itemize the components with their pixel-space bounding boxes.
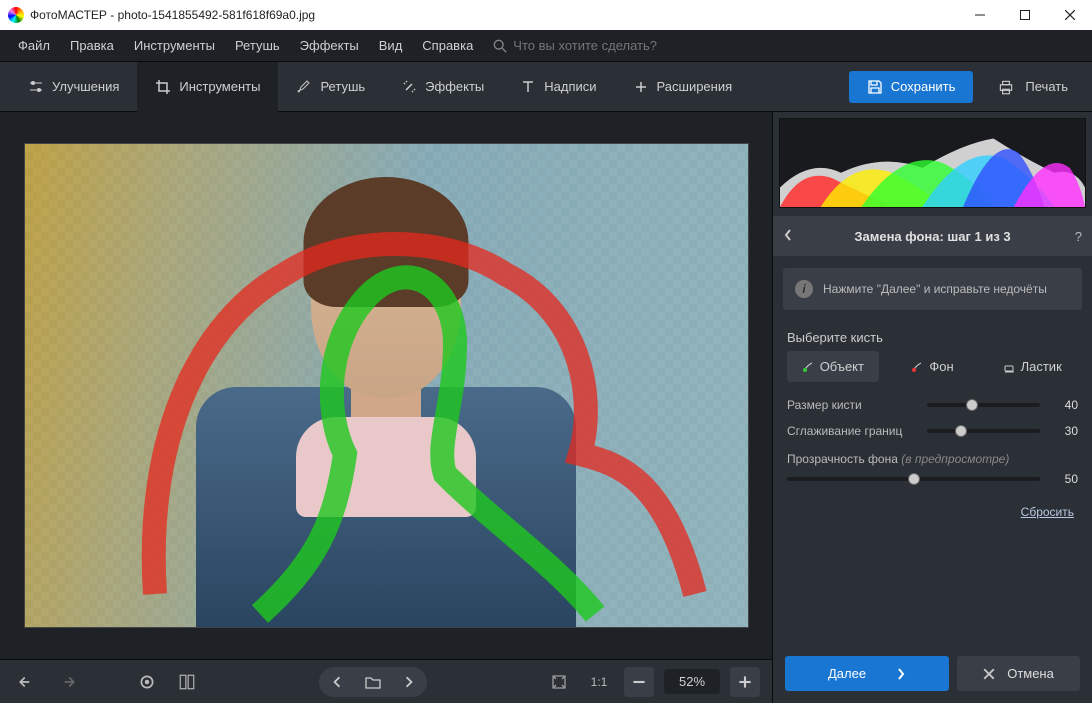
panel-title: Замена фона: шаг 1 из 3 — [803, 229, 1062, 244]
menubar: Файл Правка Инструменты Ретушь Эффекты В… — [0, 30, 1092, 62]
object-stroke — [25, 144, 749, 628]
eraser-icon — [1003, 361, 1015, 373]
back-button[interactable] — [783, 228, 803, 245]
chevron-right-icon — [896, 667, 906, 681]
panel-header: Замена фона: шаг 1 из 3 ? — [773, 216, 1092, 256]
brush-size-slider[interactable] — [927, 403, 1040, 407]
brush-green-icon — [802, 361, 814, 373]
tab-tools[interactable]: Инструменты — [137, 62, 278, 112]
close-button[interactable] — [1047, 0, 1092, 30]
minimize-button[interactable] — [957, 0, 1002, 30]
sidebar: Замена фона: шаг 1 из 3 ? i Нажмите "Дал… — [772, 112, 1092, 703]
bottom-toolbar: 1:1 52% — [0, 659, 772, 703]
info-icon: i — [795, 280, 813, 298]
redo-button[interactable] — [52, 667, 82, 697]
smooth-slider[interactable] — [927, 429, 1040, 433]
search-icon — [493, 39, 507, 53]
menu-file[interactable]: Файл — [10, 34, 58, 57]
menu-tools[interactable]: Инструменты — [126, 34, 223, 57]
brush-icon — [296, 79, 312, 95]
smooth-label: Сглаживание границ — [787, 424, 917, 438]
zoom-value[interactable]: 52% — [664, 669, 720, 694]
browse-button[interactable] — [355, 667, 391, 697]
search-input[interactable] — [513, 38, 713, 53]
prev-image-button[interactable] — [319, 667, 355, 697]
undo-button[interactable] — [12, 667, 42, 697]
sliders-icon — [28, 79, 44, 95]
window-title: ФотоМАСТЕР - photo-1541855492-581f618f69… — [30, 8, 957, 22]
print-button[interactable]: Печать — [983, 70, 1082, 104]
opacity-label: Прозрачность фона (в предпросмотре) — [773, 444, 1092, 466]
actual-size-button[interactable]: 1:1 — [584, 667, 614, 697]
menu-retouch[interactable]: Ретушь — [227, 34, 288, 57]
menu-effects[interactable]: Эффекты — [292, 34, 367, 57]
help-button[interactable]: ? — [1062, 229, 1082, 244]
opacity-slider[interactable] — [787, 477, 1040, 481]
titlebar: ФотоМАСТЕР - photo-1541855492-581f618f69… — [0, 0, 1092, 30]
tab-extensions[interactable]: Расширения — [615, 62, 751, 112]
toolbar: Улучшения Инструменты Ретушь Эффекты Над… — [0, 62, 1092, 112]
wand-icon — [401, 79, 417, 95]
next-image-button[interactable] — [391, 667, 427, 697]
split-view-button[interactable] — [172, 667, 202, 697]
hint-text: Нажмите "Далее" и исправьте недочёты — [823, 282, 1047, 296]
plus-icon — [633, 79, 649, 95]
hint-box: i Нажмите "Далее" и исправьте недочёты — [783, 268, 1082, 310]
brush-size-label: Размер кисти — [787, 398, 917, 412]
brush-eraser-button[interactable]: Ластик — [986, 351, 1078, 382]
tab-enhance[interactable]: Улучшения — [10, 62, 137, 112]
tab-retouch[interactable]: Ретушь — [278, 62, 383, 112]
histogram — [779, 118, 1086, 208]
save-icon — [867, 79, 883, 95]
brush-object-button[interactable]: Объект — [787, 351, 879, 382]
printer-icon — [997, 78, 1015, 96]
cancel-button[interactable]: Отмена — [957, 656, 1080, 691]
canvas[interactable] — [24, 143, 749, 628]
canvas-area: 1:1 52% — [0, 112, 772, 703]
tab-effects[interactable]: Эффекты — [383, 62, 502, 112]
menu-edit[interactable]: Правка — [62, 34, 122, 57]
brush-red-icon — [911, 361, 923, 373]
fit-screen-button[interactable] — [544, 667, 574, 697]
maximize-button[interactable] — [1002, 0, 1047, 30]
brush-section-label: Выберите кисть — [773, 320, 1092, 351]
brush-size-value: 40 — [1050, 398, 1078, 412]
search-box[interactable] — [493, 38, 713, 53]
opacity-value: 50 — [1050, 472, 1078, 486]
save-button[interactable]: Сохранить — [849, 71, 974, 103]
zoom-in-button[interactable] — [730, 667, 760, 697]
tab-text[interactable]: Надписи — [502, 62, 614, 112]
next-button[interactable]: Далее — [785, 656, 949, 691]
crop-icon — [155, 79, 171, 95]
app-icon — [8, 7, 24, 23]
compare-button[interactable] — [132, 667, 162, 697]
menu-help[interactable]: Справка — [414, 34, 481, 57]
brush-background-button[interactable]: Фон — [887, 351, 979, 382]
menu-view[interactable]: Вид — [371, 34, 411, 57]
zoom-out-button[interactable] — [624, 667, 654, 697]
smooth-value: 30 — [1050, 424, 1078, 438]
close-icon — [983, 668, 995, 680]
reset-link[interactable]: Сбросить — [1021, 505, 1074, 519]
text-icon — [520, 79, 536, 95]
